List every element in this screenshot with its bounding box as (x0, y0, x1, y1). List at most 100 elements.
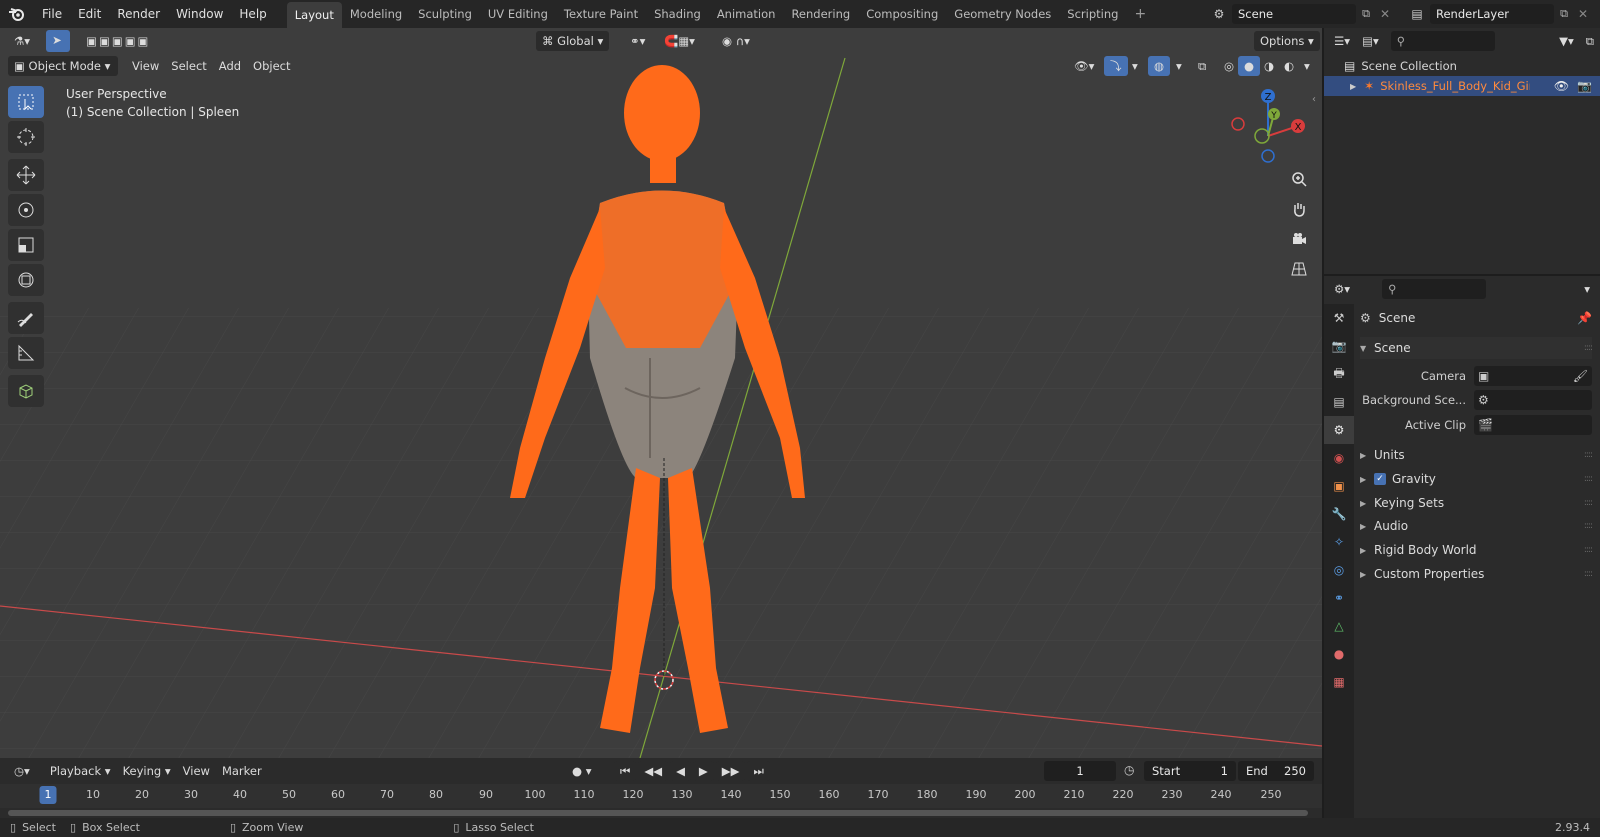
rendered-shading-icon[interactable]: ◐ (1278, 56, 1300, 76)
scene-tab-icon[interactable]: ⚙ (1324, 416, 1354, 444)
new-collection-icon[interactable]: ⧉ (1580, 31, 1600, 51)
shading-dropdown-icon[interactable]: ▾ (1298, 56, 1316, 76)
pivot-point-icon[interactable]: ⚭▾ (624, 31, 651, 51)
outliner-search-input[interactable]: ⚲ (1390, 31, 1495, 51)
custom-properties-panel-header[interactable]: ▶ Custom Properties :::: (1360, 563, 1593, 585)
pan-view-icon[interactable] (1286, 196, 1312, 222)
filter-icon[interactable]: ▼▾ (1553, 31, 1580, 51)
tab-uv-editing[interactable]: UV Editing (480, 3, 556, 25)
drag-handle-icon[interactable]: :::: (1584, 343, 1593, 353)
new-scene-icon[interactable]: ⧉ (1356, 7, 1376, 21)
timeline-editor-type-icon[interactable]: ◷▾ (8, 761, 36, 781)
wireframe-shading-icon[interactable]: ◎ (1218, 56, 1240, 76)
navigation-gizmo[interactable]: Z X Y (1228, 84, 1308, 164)
select-box-tool-icon[interactable] (8, 86, 44, 118)
drag-handle-icon[interactable]: :::: (1584, 545, 1593, 555)
tab-modeling[interactable]: Modeling (342, 3, 410, 25)
menu-window[interactable]: Window (168, 3, 231, 25)
close-render-layer-icon[interactable]: ✕ (1574, 7, 1592, 21)
menu-render[interactable]: Render (109, 3, 168, 25)
camera-view-icon[interactable] (1286, 226, 1312, 252)
play-reverse-icon[interactable]: ◀ (670, 761, 691, 781)
measure-tool-icon[interactable] (8, 337, 44, 369)
transform-tool-icon[interactable] (8, 264, 44, 296)
jump-keyframe-back-icon[interactable]: ◀◀ (638, 761, 669, 781)
drag-handle-icon[interactable]: :::: (1584, 569, 1593, 579)
properties-search-input[interactable]: ⚲ (1382, 279, 1487, 299)
viewport-canvas[interactable] (0, 28, 1322, 758)
material-tab-icon[interactable]: ● (1324, 640, 1354, 668)
move-tool-icon[interactable] (8, 159, 44, 191)
audio-panel-header[interactable]: ▶ Audio :::: (1360, 515, 1593, 537)
selection-mode-icons[interactable]: ▣▣▣▣▣ (80, 31, 156, 51)
pin-icon[interactable]: 📌 (1577, 311, 1592, 325)
camera-field[interactable]: ▣ 🖌 (1474, 366, 1592, 386)
texture-tab-icon[interactable]: ▦ (1324, 668, 1354, 696)
menu-object[interactable]: Object (247, 56, 296, 76)
tab-scripting[interactable]: Scripting (1059, 3, 1126, 25)
render-layer-icon[interactable]: ▤ (1404, 7, 1430, 21)
background-scene-field[interactable]: ⚙ (1474, 390, 1592, 410)
new-render-layer-icon[interactable]: ⧉ (1554, 7, 1574, 21)
add-cube-tool-icon[interactable] (8, 375, 44, 407)
eye-visibility-icon[interactable]: 👁 (1554, 79, 1569, 93)
gravity-checkbox[interactable]: ✓ (1374, 473, 1386, 485)
solid-shading-icon[interactable]: ● (1238, 56, 1261, 76)
data-tab-icon[interactable]: △ (1324, 612, 1354, 640)
editor-type-icon[interactable]: ⚗▾ (8, 31, 36, 51)
3d-viewport[interactable]: ⚗▾ ➤ ▣▣▣▣▣ ⌘ Global ▾ ⚭▾ 🧲▦▾ ◉ ∩▾ Option… (0, 28, 1322, 758)
timeline-view-menu[interactable]: View (177, 761, 216, 781)
menu-file[interactable]: File (34, 3, 70, 25)
tab-sculpting[interactable]: Sculpting (410, 3, 480, 25)
overlays-dropdown-icon[interactable]: ▾ (1170, 56, 1188, 76)
constraints-tab-icon[interactable]: ⚭ (1324, 584, 1354, 612)
drag-handle-icon[interactable]: :::: (1584, 521, 1593, 531)
output-tab-icon[interactable]: 🖶 (1324, 360, 1354, 388)
blender-logo-icon[interactable] (0, 0, 34, 28)
playback-menu[interactable]: Playback ▾ (44, 761, 117, 781)
options-dropdown[interactable]: Options ▾ (1254, 31, 1320, 51)
view-layer-tab-icon[interactable]: ▤ (1324, 388, 1354, 416)
zoom-view-icon[interactable] (1286, 166, 1312, 192)
close-scene-icon[interactable]: ✕ (1376, 7, 1394, 21)
mode-dropdown[interactable]: ▣ Object Mode ▾ (8, 56, 118, 76)
gizmo-toggle-icon[interactable]: ⤵ (1104, 56, 1128, 76)
jump-keyframe-forward-icon[interactable]: ▶▶ (715, 761, 746, 781)
visibility-icon[interactable]: 👁▾ (1068, 56, 1100, 76)
active-clip-field[interactable]: 🎬 (1474, 415, 1592, 435)
object-tab-icon[interactable]: ▣ (1324, 472, 1354, 500)
menu-select[interactable]: Select (165, 56, 212, 76)
keying-sets-panel-header[interactable]: ▶ Keying Sets :::: (1360, 492, 1593, 514)
play-icon[interactable]: ▶ (692, 761, 714, 781)
units-panel-header[interactable]: ▶ Units :::: (1360, 444, 1593, 466)
expand-arrow-icon[interactable]: ▶ (1350, 82, 1356, 91)
menu-view[interactable]: View (126, 56, 165, 76)
scene-panel-header[interactable]: ▼ Scene :::: (1360, 337, 1593, 359)
menu-edit[interactable]: Edit (70, 3, 109, 25)
perspective-toggle-icon[interactable] (1286, 256, 1312, 282)
scene-field[interactable]: Scene (1232, 4, 1356, 24)
keying-menu[interactable]: Keying ▾ (117, 761, 177, 781)
current-frame-indicator[interactable]: 1 (39, 786, 57, 804)
add-workspace-icon[interactable]: + (1126, 6, 1154, 22)
rigid-body-world-panel-header[interactable]: ▶ Rigid Body World :::: (1360, 539, 1593, 561)
end-frame-field[interactable]: End 250 (1238, 761, 1314, 781)
tab-animation[interactable]: Animation (709, 3, 784, 25)
drag-handle-icon[interactable]: :::: (1584, 450, 1593, 460)
drag-handle-icon[interactable]: :::: (1584, 498, 1593, 508)
properties-editor-type-icon[interactable]: ⚙▾ (1328, 279, 1356, 299)
jump-end-icon[interactable]: ⏭ (747, 761, 770, 781)
eyedropper-icon[interactable]: 🖌 (1573, 369, 1588, 383)
render-camera-icon[interactable]: 📷 (1577, 79, 1592, 93)
tab-layout[interactable]: Layout (286, 2, 342, 28)
gizmo-dropdown-icon[interactable]: ▾ (1126, 56, 1144, 76)
world-tab-icon[interactable]: ◉ (1324, 444, 1354, 472)
start-frame-field[interactable]: Start 1 (1144, 761, 1236, 781)
properties-options-icon[interactable]: ▾ (1578, 279, 1596, 299)
tool-tab-icon[interactable]: ⚒ (1324, 304, 1354, 332)
drag-handle-icon[interactable]: :::: (1584, 474, 1593, 484)
timeline-ruler[interactable]: 1 10 20 30 40 50 60 70 80 90 100 110 120… (0, 784, 1322, 808)
cursor-tool-icon[interactable] (8, 121, 44, 153)
current-frame-field[interactable]: 1 (1044, 761, 1116, 781)
tab-compositing[interactable]: Compositing (858, 3, 946, 25)
